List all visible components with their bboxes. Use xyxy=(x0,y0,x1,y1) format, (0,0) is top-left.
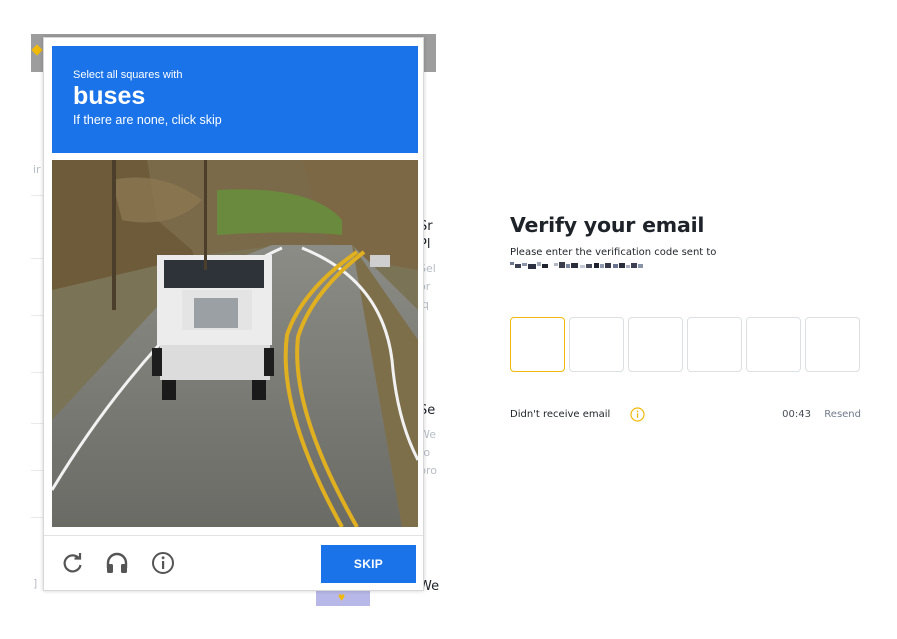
grid-tile[interactable] xyxy=(236,437,326,527)
code-digit-input[interactable] xyxy=(687,317,742,372)
grid-tile[interactable] xyxy=(52,160,142,250)
grid-tile[interactable] xyxy=(328,160,418,250)
grid-tile[interactable] xyxy=(236,160,326,250)
info-icon[interactable] xyxy=(150,550,176,576)
code-digit-input[interactable] xyxy=(628,317,683,372)
grid-tile[interactable] xyxy=(144,345,234,435)
masked-email-address xyxy=(510,262,643,269)
resend-timer: 00:43 xyxy=(782,409,811,420)
grid-tile[interactable] xyxy=(236,345,326,435)
captcha-target-word: buses xyxy=(73,82,146,110)
code-digit-input[interactable] xyxy=(510,317,565,372)
grid-tile[interactable] xyxy=(52,437,142,527)
grid-tile[interactable] xyxy=(52,345,142,435)
grid-tile[interactable] xyxy=(236,252,326,342)
code-digit-input[interactable] xyxy=(746,317,801,372)
verify-subtitle: Please enter the verification code sent … xyxy=(510,247,717,258)
verify-title: Verify your email xyxy=(510,213,705,237)
grid-tile[interactable] xyxy=(328,437,418,527)
didnt-receive-label: Didn't receive email xyxy=(510,409,611,420)
resend-link[interactable]: Resend xyxy=(824,409,861,420)
verify-email-panel: Verify your email Please enter the verif… xyxy=(510,211,870,422)
captcha-footer: SKIP xyxy=(44,535,423,591)
skip-button[interactable]: SKIP xyxy=(321,545,416,583)
captcha-image-grid xyxy=(52,160,418,527)
grid-tile[interactable] xyxy=(144,437,234,527)
grid-tile[interactable] xyxy=(328,252,418,342)
captcha-instruction: Select all squares with xyxy=(73,69,183,81)
heart-icon: ♥ xyxy=(338,590,346,604)
brand-logo-icon xyxy=(31,44,43,56)
grid-tile[interactable] xyxy=(144,160,234,250)
background-text-fragment: ] xyxy=(33,577,38,590)
captcha-challenge: Select all squares with buses If there a… xyxy=(43,37,424,591)
code-digit-input[interactable] xyxy=(805,317,860,372)
captcha-header: Select all squares with buses If there a… xyxy=(52,46,418,153)
resend-row: Didn't receive email 00:43 Resend xyxy=(510,407,861,423)
grid-tile[interactable] xyxy=(144,252,234,342)
info-circle-icon[interactable] xyxy=(630,407,645,422)
captcha-hint: If there are none, click skip xyxy=(73,113,222,127)
verification-code-inputs xyxy=(510,317,860,372)
headphones-icon[interactable] xyxy=(104,550,130,576)
background-text-fragment: ir xyxy=(33,163,41,176)
grid-tile[interactable] xyxy=(328,345,418,435)
code-digit-input[interactable] xyxy=(569,317,624,372)
grid-tile[interactable] xyxy=(52,252,142,342)
reload-icon[interactable] xyxy=(60,550,86,576)
